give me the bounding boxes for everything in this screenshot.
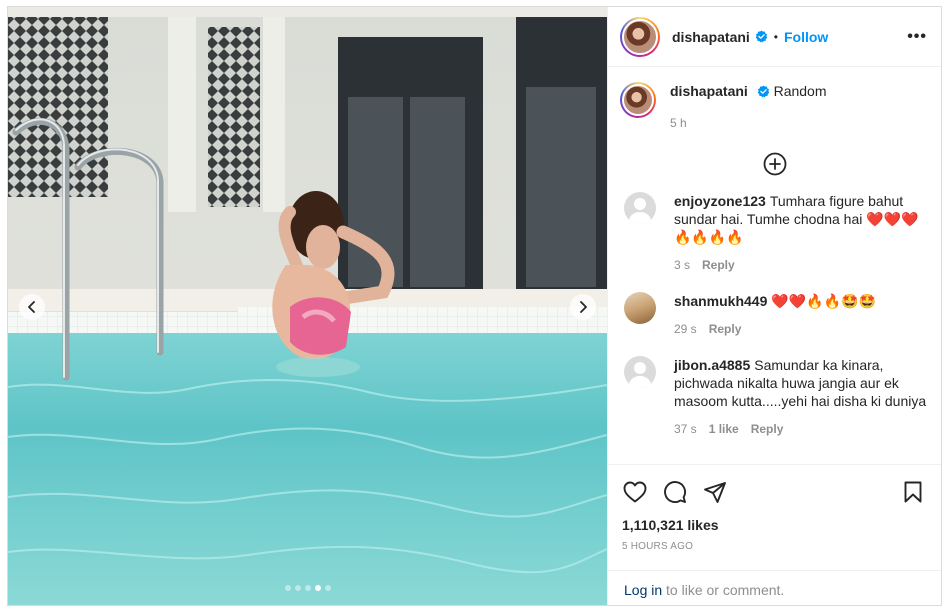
post-media[interactable] bbox=[8, 7, 607, 605]
author-avatar[interactable] bbox=[620, 16, 660, 57]
comment-item: enjoyzone123 Tumhara figure bahut sundar … bbox=[608, 192, 941, 274]
verified-badge-icon bbox=[757, 85, 769, 98]
commenter-avatar[interactable] bbox=[624, 192, 656, 224]
commenter-avatar[interactable] bbox=[624, 356, 656, 388]
verified-badge-icon bbox=[755, 30, 768, 43]
comment-time: 29 s bbox=[674, 322, 697, 336]
comment-icon bbox=[664, 481, 686, 503]
comments-list[interactable]: dishapatani Random 5 h enjoyzone123 Tumha… bbox=[608, 68, 941, 463]
comment-text: ❤️❤️🔥🔥🤩🤩 bbox=[771, 293, 876, 309]
comment-likes[interactable]: 1 like bbox=[709, 420, 739, 438]
previous-slide-button[interactable] bbox=[19, 294, 45, 320]
comment-item: jibon.a4885 Samundar ka kinara, pichwada … bbox=[608, 356, 941, 438]
post-caption: dishapatani Random 5 h bbox=[608, 68, 941, 132]
author-username[interactable]: dishapatani bbox=[672, 29, 750, 45]
comment-time: 3 s bbox=[674, 258, 691, 272]
paper-plane-icon bbox=[704, 482, 726, 503]
next-slide-button[interactable] bbox=[570, 294, 596, 320]
follow-button[interactable]: Follow bbox=[784, 29, 828, 45]
bookmark-icon bbox=[904, 481, 922, 503]
post-timestamp: 5 HOURS AGO bbox=[622, 541, 694, 552]
post-sidebar: dishapatani • Follow ••• dishapatani Ran… bbox=[607, 7, 941, 605]
carousel-dot bbox=[304, 585, 311, 591]
caption-text: Random bbox=[773, 83, 827, 99]
likes-count[interactable]: 1,110,321 likes bbox=[622, 517, 926, 533]
load-more-comments-button[interactable] bbox=[608, 150, 941, 178]
comment-time: 37 s bbox=[674, 422, 697, 436]
post-dialog: dishapatani • Follow ••• dishapatani Ran… bbox=[7, 6, 942, 606]
carousel-dot bbox=[284, 585, 291, 591]
header-separator: • bbox=[773, 29, 778, 44]
carousel-indicator bbox=[8, 585, 607, 591]
pool-photo bbox=[8, 7, 607, 605]
login-prompt: Log in to like or comment. bbox=[608, 570, 941, 605]
commenter-username[interactable]: enjoyzone123 bbox=[674, 193, 766, 209]
commenter-username[interactable]: shanmukh449 bbox=[674, 293, 767, 309]
post-actions: 1,110,321 likes 5 HOURS AGO bbox=[608, 464, 941, 552]
comment-button[interactable] bbox=[662, 479, 688, 505]
commenter-avatar[interactable] bbox=[624, 292, 656, 324]
reply-button[interactable]: Reply bbox=[709, 320, 742, 338]
reply-button[interactable]: Reply bbox=[702, 256, 735, 274]
chevron-right-icon bbox=[580, 301, 587, 313]
login-suffix: to like or comment. bbox=[662, 582, 785, 598]
carousel-dot bbox=[294, 585, 301, 591]
like-button[interactable] bbox=[622, 479, 648, 505]
reply-button[interactable]: Reply bbox=[751, 420, 784, 438]
heart-icon bbox=[623, 481, 647, 503]
post-header: dishapatani • Follow ••• bbox=[608, 7, 941, 67]
commenter-username[interactable]: jibon.a4885 bbox=[674, 357, 750, 373]
carousel-dot bbox=[314, 585, 321, 591]
caption-time: 5 h bbox=[670, 116, 687, 130]
save-button[interactable] bbox=[900, 479, 926, 505]
more-options-button[interactable]: ••• bbox=[907, 28, 927, 46]
carousel-dot bbox=[324, 585, 331, 591]
caption-avatar[interactable] bbox=[620, 82, 656, 118]
share-button[interactable] bbox=[702, 479, 728, 505]
plus-circle-icon bbox=[763, 152, 787, 176]
comment-item: shanmukh449 ❤️❤️🔥🔥🤩🤩 29 s Reply bbox=[608, 292, 941, 338]
login-link[interactable]: Log in bbox=[624, 582, 662, 598]
chevron-left-icon bbox=[28, 301, 35, 313]
caption-username[interactable]: dishapatani bbox=[670, 83, 748, 99]
